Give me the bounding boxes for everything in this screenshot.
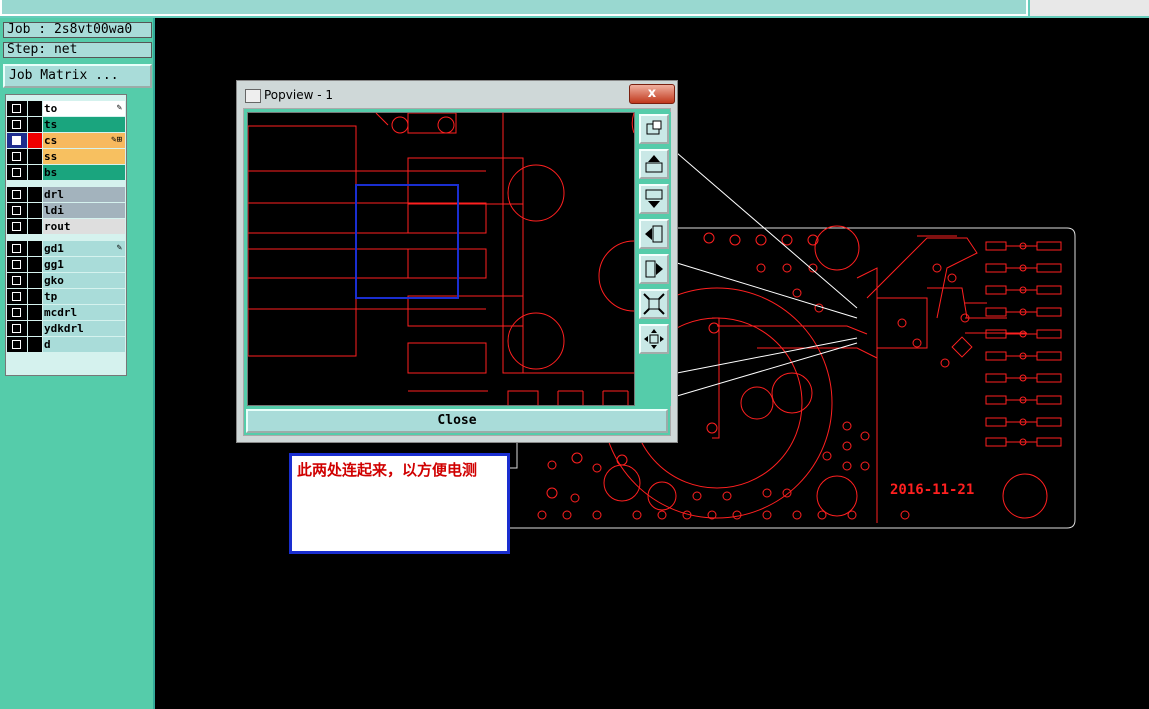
annotation-note: 此两处连起来，以方便电测	[289, 453, 510, 554]
zoom-region-rect	[355, 184, 459, 299]
layer-affected-indicator[interactable]	[28, 337, 42, 352]
board-date-text: 2016-11-21	[890, 482, 974, 498]
layer-row-gko[interactable]: gko	[7, 273, 125, 288]
layer-name[interactable]: ldi	[43, 203, 125, 218]
popview-drawing	[247, 112, 635, 405]
layer-name[interactable]: tp	[43, 289, 125, 304]
layer-affected-indicator[interactable]	[28, 257, 42, 272]
layer-name[interactable]: gd1	[43, 241, 125, 256]
layer-checkbox[interactable]	[7, 133, 27, 148]
zoom-in-tool-icon[interactable]	[639, 289, 669, 319]
popview-window: Popview - 1 x Close	[236, 80, 678, 443]
layer-affected-indicator[interactable]	[28, 273, 42, 288]
layer-row-bs[interactable]: bs	[7, 165, 125, 180]
layer-edit-marker-icon: ✎⊞	[111, 135, 122, 145]
layer-affected-indicator[interactable]	[28, 305, 42, 320]
layer-affected-indicator[interactable]	[28, 241, 42, 256]
layer-row-to[interactable]: to ✎	[7, 101, 125, 116]
annotation-note-text: 此两处连起来，以方便电测	[297, 461, 478, 479]
layer-edit-marker-icon: ✎	[116, 243, 122, 253]
layer-checkbox[interactable]	[7, 219, 27, 234]
popview-toolbar	[638, 112, 671, 406]
left-panel: Job : 2s8vt00wa0 Step: net Job Matrix ..…	[0, 18, 155, 709]
layer-row-cs[interactable]: cs ✎⊞	[7, 133, 125, 148]
layer-list: to ✎ ts cs ✎⊞ ss bs drl ldi rout gd1 ✎ gg1 gko tp mcdrl…	[5, 94, 127, 376]
layer-row-ldi[interactable]: ldi	[7, 203, 125, 218]
layer-name[interactable]: bs	[43, 165, 125, 180]
pan-down-tool-icon[interactable]	[639, 184, 669, 214]
pan-right-tool-icon[interactable]	[639, 254, 669, 284]
layer-affected-indicator[interactable]	[28, 187, 42, 202]
zoom-home-tool-icon[interactable]	[639, 114, 669, 144]
layer-affected-indicator[interactable]	[28, 289, 42, 304]
popview-close-x-button[interactable]: x	[629, 84, 675, 104]
popview-zoom-view[interactable]	[247, 112, 635, 406]
layer-checkbox[interactable]	[7, 337, 27, 352]
layer-checkbox[interactable]	[7, 203, 27, 218]
layer-row-drl[interactable]: drl	[7, 187, 125, 202]
layer-affected-indicator[interactable]	[28, 321, 42, 336]
layer-name[interactable]: ts	[43, 117, 125, 132]
layer-row-tp[interactable]: tp	[7, 289, 125, 304]
layer-checkbox[interactable]	[7, 289, 27, 304]
layer-affected-indicator[interactable]	[28, 203, 42, 218]
layer-affected-indicator[interactable]	[28, 117, 42, 132]
popview-title: Popview - 1	[264, 88, 333, 102]
layer-row-gg1[interactable]: gg1	[7, 257, 125, 272]
popview-body: Close	[243, 108, 671, 436]
top-toolbar	[0, 0, 1149, 18]
layer-checkbox[interactable]	[7, 101, 27, 116]
layer-row-rout[interactable]: rout	[7, 219, 125, 234]
step-label: Step: net	[3, 42, 152, 58]
pan-left-tool-icon[interactable]	[639, 219, 669, 249]
layer-row-ts[interactable]: ts	[7, 117, 125, 132]
app-logo	[1030, 0, 1149, 16]
layer-checkbox[interactable]	[7, 187, 27, 202]
layer-name[interactable]: drl	[43, 187, 125, 202]
layer-checkbox[interactable]	[7, 305, 27, 320]
layer-row-gd1[interactable]: gd1 ✎	[7, 241, 125, 256]
layer-affected-indicator[interactable]	[28, 165, 42, 180]
layer-checkbox[interactable]	[7, 241, 27, 256]
layer-checkbox[interactable]	[7, 149, 27, 164]
layer-name[interactable]: gko	[43, 273, 125, 288]
popview-close-button[interactable]: Close	[246, 409, 668, 433]
layer-affected-indicator[interactable]	[28, 149, 42, 164]
job-matrix-button[interactable]: Job Matrix ...	[3, 64, 152, 88]
layer-affected-indicator[interactable]	[28, 219, 42, 234]
layer-name[interactable]: ydkdrl	[43, 321, 125, 336]
zoom-out-tool-icon[interactable]	[639, 324, 669, 354]
layer-name[interactable]: d	[43, 337, 125, 352]
job-label: Job : 2s8vt00wa0	[3, 22, 152, 38]
layer-name[interactable]: gg1	[43, 257, 125, 272]
pan-up-tool-icon[interactable]	[639, 149, 669, 179]
layer-row-ydkdrl[interactable]: ydkdrl	[7, 321, 125, 336]
popview-app-icon	[245, 89, 261, 103]
layer-checkbox[interactable]	[7, 257, 27, 272]
layer-checkbox[interactable]	[7, 273, 27, 288]
layer-name[interactable]: ss	[43, 149, 125, 164]
layer-checkbox[interactable]	[7, 117, 27, 132]
layer-name[interactable]: rout	[43, 219, 125, 234]
layer-name[interactable]: to	[43, 101, 125, 116]
layer-row-mcdrl[interactable]: mcdrl	[7, 305, 125, 320]
layer-row-d[interactable]: d	[7, 337, 125, 352]
layer-edit-marker-icon: ✎	[116, 103, 122, 113]
layer-name[interactable]: mcdrl	[43, 305, 125, 320]
layer-checkbox[interactable]	[7, 321, 27, 336]
layer-affected-indicator[interactable]	[28, 101, 42, 116]
layer-row-ss[interactable]: ss	[7, 149, 125, 164]
popview-titlebar[interactable]: Popview - 1 x	[240, 84, 676, 106]
layer-affected-indicator[interactable]	[28, 133, 42, 148]
layer-checkbox[interactable]	[7, 165, 27, 180]
command-field[interactable]	[0, 0, 1028, 16]
